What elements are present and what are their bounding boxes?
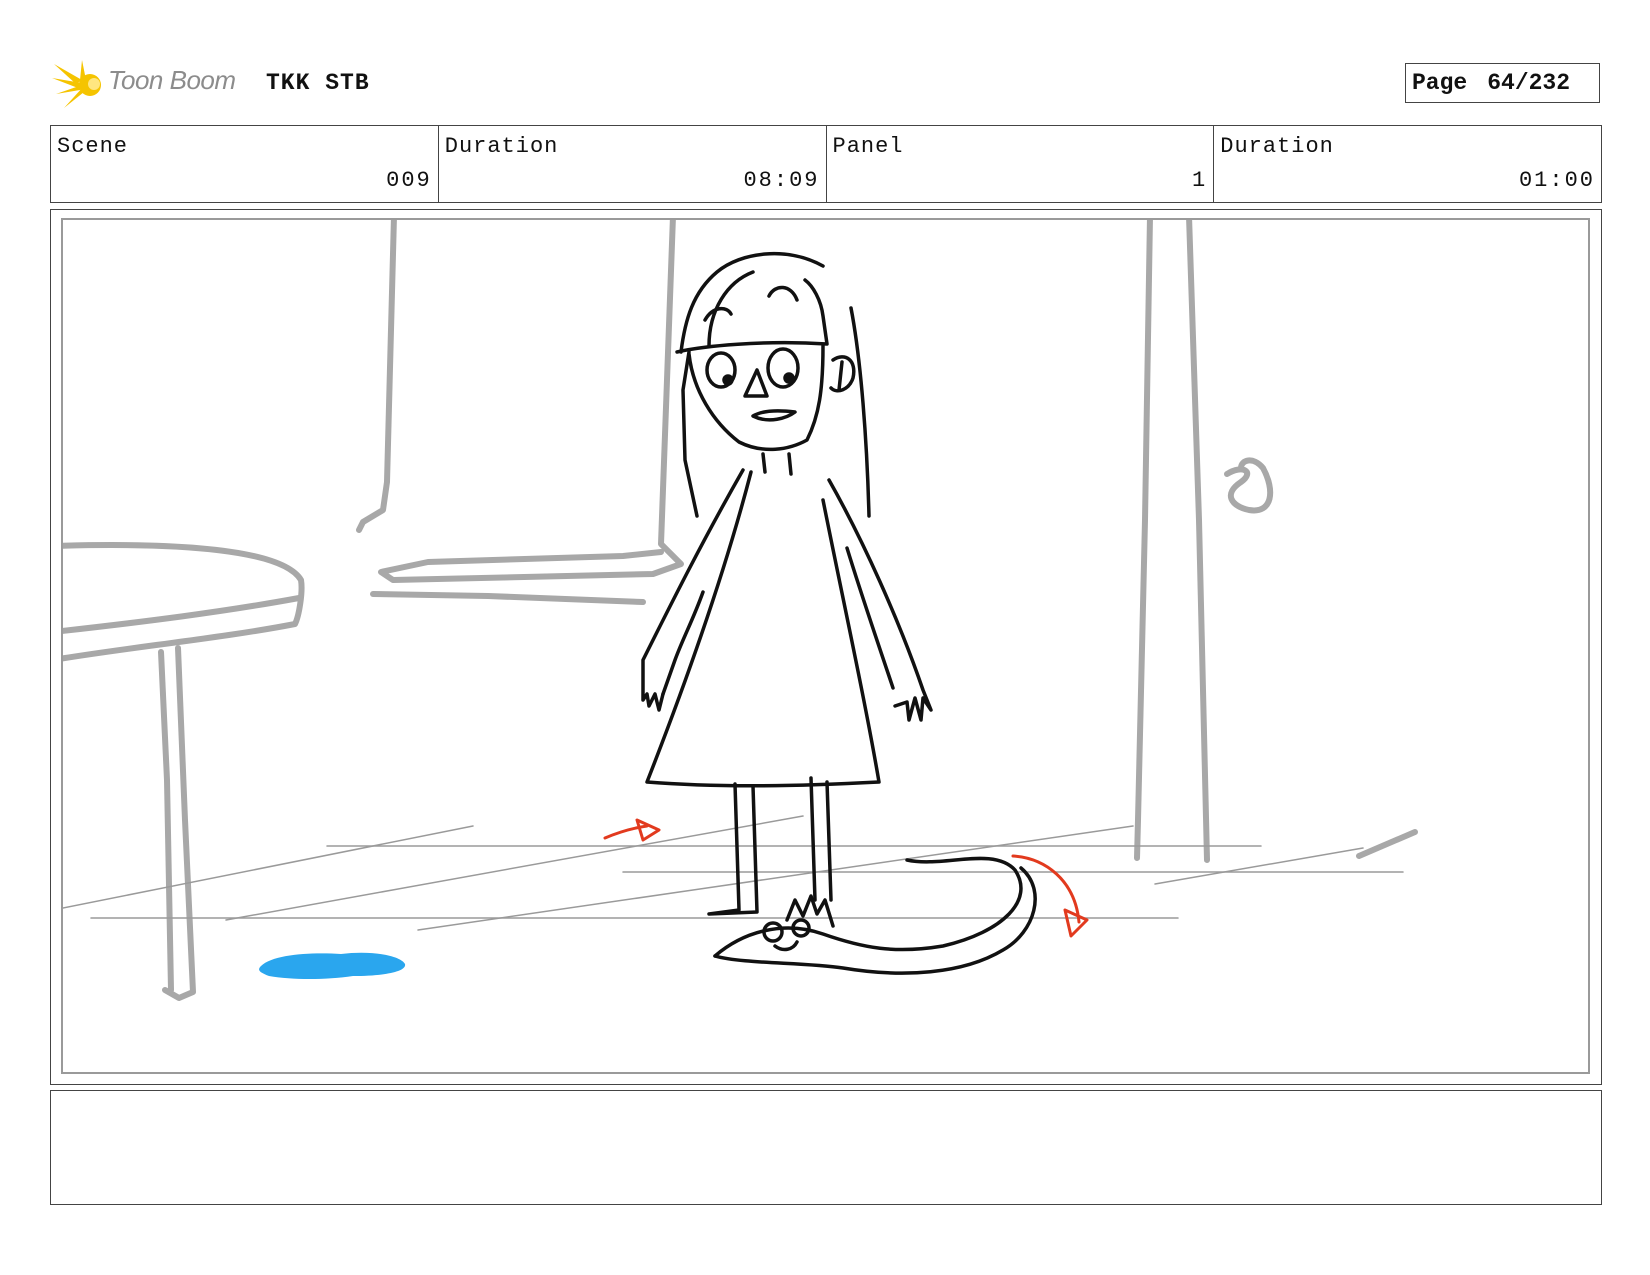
- storyboard-panel-frame: [50, 209, 1602, 1085]
- page-indicator: Page 64/232: [1405, 63, 1600, 103]
- scene-duration-label: Duration: [444, 134, 559, 159]
- panel-image-area: [61, 218, 1590, 1074]
- panel-duration-value: 01:00: [1518, 168, 1595, 193]
- project-title: TKK STB: [266, 70, 370, 96]
- scene-cell: Scene 009: [51, 126, 439, 202]
- panel-sketch: [63, 220, 1418, 1001]
- panel-value: 1: [1192, 168, 1208, 193]
- toon-boom-logo: Toon Boom: [52, 56, 252, 112]
- puddle: [259, 952, 406, 979]
- page-label: Page: [1412, 70, 1468, 96]
- logo-wordmark: Toon Boom: [108, 65, 236, 95]
- panel-cell: Panel 1: [827, 126, 1215, 202]
- panel-duration-cell: Duration 01:00: [1214, 126, 1601, 202]
- panel-info-row: Scene 009 Duration 08:09 Panel 1 Duratio…: [50, 125, 1602, 203]
- scene-label: Scene: [57, 134, 129, 159]
- scene-duration-value: 08:09: [743, 168, 820, 193]
- page-number: 64/232: [1487, 70, 1571, 96]
- girl-character: [641, 251, 933, 916]
- curved-arrow-head-icon: [1063, 908, 1089, 938]
- scene-duration-cell: Duration 08:09: [439, 126, 827, 202]
- panel-label: Panel: [832, 134, 904, 159]
- scene-value: 009: [386, 168, 432, 193]
- panel-duration-label: Duration: [1220, 134, 1334, 159]
- panel-notes-box[interactable]: [50, 1090, 1602, 1205]
- arrow-head-left-icon: [635, 818, 661, 842]
- lizard-character: [713, 856, 1037, 975]
- starburst-logo-icon: [52, 60, 101, 108]
